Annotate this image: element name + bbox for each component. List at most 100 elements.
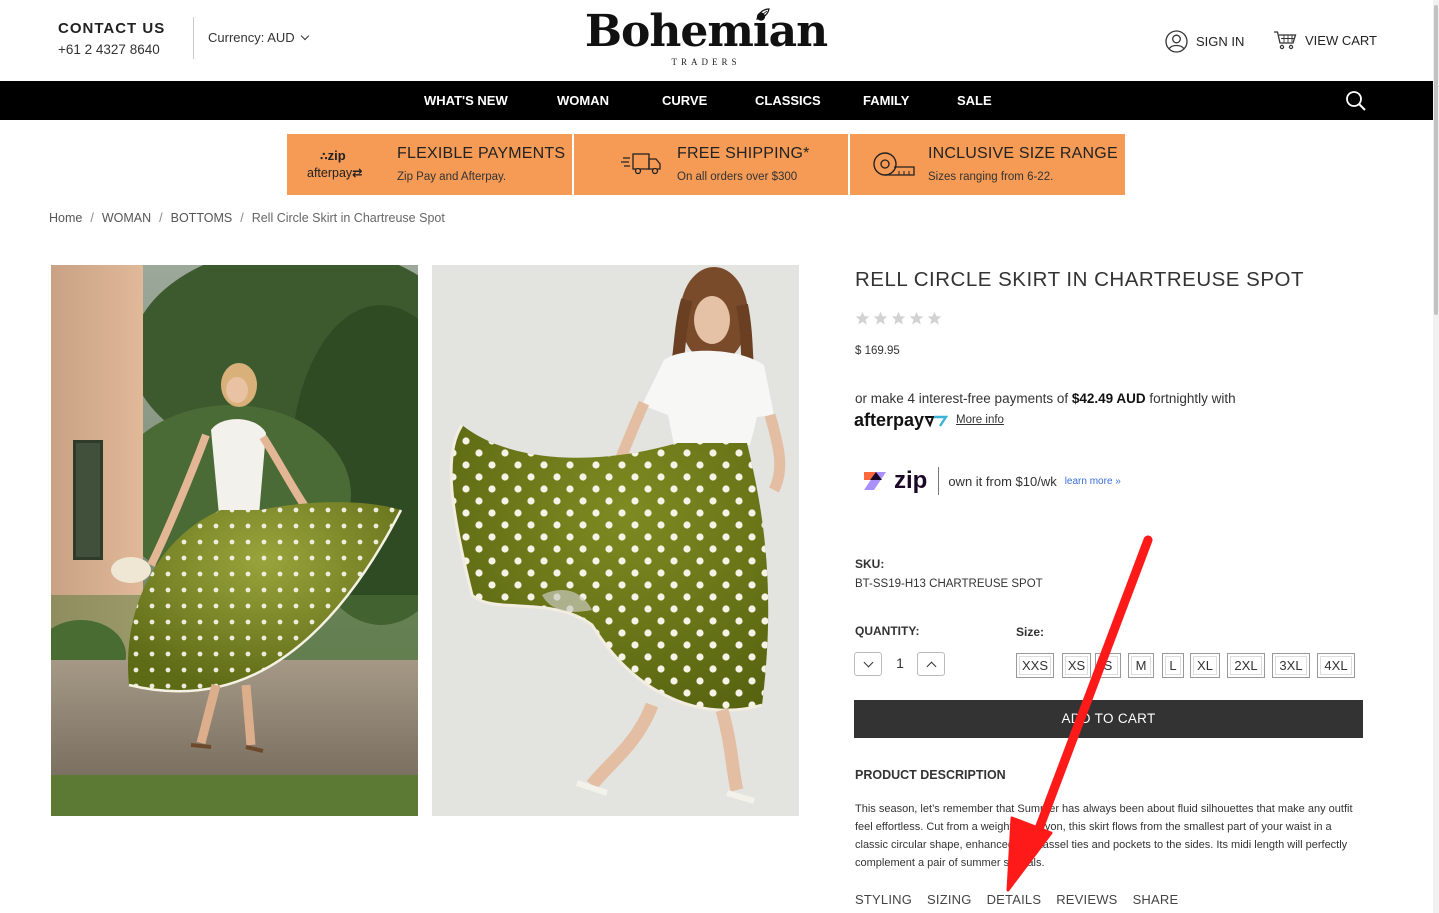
promo-subtitle: Zip Pay and Afterpay. xyxy=(397,171,507,183)
logo-wordmark: Bohemian xyxy=(584,6,828,57)
currency-label: Currency: AUD xyxy=(208,30,295,45)
product-description-text: This season, let’s remember that Summer … xyxy=(855,803,1353,869)
size-option-xxs[interactable]: XXS xyxy=(1016,653,1054,678)
size-option-4xl[interactable]: 4XL xyxy=(1317,653,1355,678)
promo-title: FREE SHIPPING* xyxy=(677,145,810,162)
sku-label: SKU: xyxy=(855,557,885,571)
star-icon xyxy=(891,311,906,325)
nav-sale[interactable]: SALE xyxy=(957,81,992,120)
truck-icon xyxy=(621,153,661,175)
header-divider xyxy=(193,17,194,59)
zip-logo-icon xyxy=(864,472,886,490)
site-header: CONTACT US +61 2 4327 8640 Currency: AUD… xyxy=(0,0,1439,81)
afterpay-more-info-link[interactable]: More info xyxy=(956,414,1004,426)
chevron-down-icon xyxy=(863,657,874,668)
breadcrumb-separator: / xyxy=(90,211,94,225)
logo-tagline: TRADERS xyxy=(671,57,741,67)
star-icon xyxy=(909,311,924,325)
zip-afterpay-logo: ∴zip afterpay⇄ xyxy=(307,148,377,182)
tab-details[interactable]: DETAILS xyxy=(987,892,1042,907)
promo-zip-logo: ∴zip xyxy=(320,148,346,163)
sign-in-label: SIGN IN xyxy=(1196,34,1245,49)
leaf-icon xyxy=(756,8,770,20)
product-tabs: STYLING SIZING DETAILS REVIEWS SHARE xyxy=(855,892,1178,907)
nav-classics[interactable]: CLASSICS xyxy=(755,81,821,120)
size-option-2xl[interactable]: 2XL xyxy=(1227,653,1265,678)
afterpay-message: or make 4 interest-free payments of $42.… xyxy=(855,391,1236,406)
view-cart-link[interactable]: VIEW CART xyxy=(1273,30,1377,50)
star-icon xyxy=(855,311,870,325)
size-option-m[interactable]: M xyxy=(1128,653,1154,678)
afterpay-pre-text: or make 4 interest-free payments of xyxy=(855,391,1072,406)
contact-phone[interactable]: +61 2 4327 8640 xyxy=(58,42,165,57)
promo-flexible-payments[interactable]: ∴zip afterpay⇄ FLEXIBLE PAYMENTS Zip Pay… xyxy=(287,134,572,195)
promo-title: INCLUSIVE SIZE RANGE xyxy=(928,145,1118,162)
nav-woman[interactable]: WOMAN xyxy=(557,81,609,120)
star-icon xyxy=(927,311,942,325)
sign-in-link[interactable]: SIGN IN xyxy=(1165,30,1244,53)
afterpay-logo-text: afterpay xyxy=(854,410,925,430)
promo-subtitle: On all orders over $300 xyxy=(677,171,798,183)
star-icon xyxy=(873,311,888,325)
chevron-up-icon xyxy=(926,661,937,672)
nav-curve[interactable]: CURVE xyxy=(662,81,707,120)
zip-logo-text: zip xyxy=(894,467,928,494)
main-nav: WHAT'S NEW WOMAN CURVE CLASSICS FAMILY S… xyxy=(0,81,1439,120)
promo-afterpay-logo: afterpay⇄ xyxy=(307,166,363,180)
breadcrumb-home[interactable]: Home xyxy=(49,211,82,225)
size-option-xs[interactable]: XS xyxy=(1062,653,1091,678)
afterpay-amount: $42.49 AUD xyxy=(1071,391,1146,406)
tape-measure-icon xyxy=(873,152,915,176)
product-image-lifestyle[interactable] xyxy=(51,265,418,816)
zip-widget[interactable]: zip own it from $10/wk learn more » xyxy=(862,463,1152,499)
tab-reviews[interactable]: REVIEWS xyxy=(1056,892,1117,907)
breadcrumb-separator: / xyxy=(240,211,244,225)
zip-separator xyxy=(938,467,940,495)
chevron-down-icon xyxy=(300,31,309,41)
contact-title[interactable]: CONTACT US xyxy=(58,20,165,37)
quantity-increase-button[interactable] xyxy=(917,652,945,676)
product-title: RELL CIRCLE SKIRT IN CHARTREUSE SPOT xyxy=(855,268,1304,291)
nav-family[interactable]: FAMILY xyxy=(863,81,909,120)
quantity-value[interactable]: 1 xyxy=(893,655,907,671)
breadcrumb-current: Rell Circle Skirt in Chartreuse Spot xyxy=(251,211,445,225)
zip-offer-text: own it from $10/wk xyxy=(948,473,1057,489)
product-price: $ 169.95 xyxy=(855,345,900,357)
view-cart-label: VIEW CART xyxy=(1305,32,1377,48)
tab-styling[interactable]: STYLING xyxy=(855,892,912,907)
quantity-decrease-button[interactable] xyxy=(854,652,882,676)
user-icon xyxy=(1165,30,1188,53)
breadcrumb-woman[interactable]: WOMAN xyxy=(102,211,151,225)
currency-selector[interactable]: Currency: AUD xyxy=(208,30,309,45)
breadcrumb-separator: / xyxy=(159,211,163,225)
promo-subtitle: Sizes ranging from 6-22. xyxy=(928,171,1054,183)
promo-title: FLEXIBLE PAYMENTS xyxy=(397,145,566,162)
scrollbar-thumb[interactable] xyxy=(1434,5,1438,315)
add-to-cart-button[interactable]: ADD TO CART xyxy=(854,700,1363,738)
size-option-s[interactable]: S xyxy=(1095,653,1121,678)
search-icon[interactable] xyxy=(1344,89,1368,113)
afterpay-post-text: fortnightly with xyxy=(1145,391,1236,406)
rating-stars[interactable] xyxy=(855,311,942,326)
afterpay-logo: afterpay xyxy=(854,410,950,431)
site-logo[interactable]: Bohemian TRADERS xyxy=(576,6,836,72)
size-option-l[interactable]: L xyxy=(1162,653,1184,678)
breadcrumb-bottoms[interactable]: BOTTOMS xyxy=(171,211,233,225)
promo-free-shipping[interactable]: FREE SHIPPING* On all orders over $300 xyxy=(574,134,848,195)
promo-size-range[interactable]: INCLUSIVE SIZE RANGE Sizes ranging from … xyxy=(850,134,1125,195)
tab-share[interactable]: SHARE xyxy=(1133,892,1179,907)
tab-sizing[interactable]: SIZING xyxy=(927,892,972,907)
quantity-label: QUANTITY: xyxy=(855,624,920,638)
nav-whats-new[interactable]: WHAT'S NEW xyxy=(424,81,508,120)
zip-learn-more-link[interactable]: learn more » xyxy=(1065,476,1121,487)
size-label: Size: xyxy=(1016,625,1045,639)
product-image-studio[interactable] xyxy=(432,265,799,816)
product-description-title: PRODUCT DESCRIPTION xyxy=(855,768,1006,782)
cart-icon xyxy=(1274,31,1297,50)
afterpay-arrows-icon xyxy=(924,415,949,427)
size-option-3xl[interactable]: 3XL xyxy=(1272,653,1310,678)
contact-block[interactable]: CONTACT US +61 2 4327 8640 xyxy=(58,20,165,57)
size-option-xl[interactable]: XL xyxy=(1190,653,1220,678)
sku-value: BT-SS19-H13 CHARTREUSE SPOT xyxy=(855,578,1043,590)
breadcrumb: Home / WOMAN / BOTTOMS / Rell Circle Ski… xyxy=(49,211,445,225)
